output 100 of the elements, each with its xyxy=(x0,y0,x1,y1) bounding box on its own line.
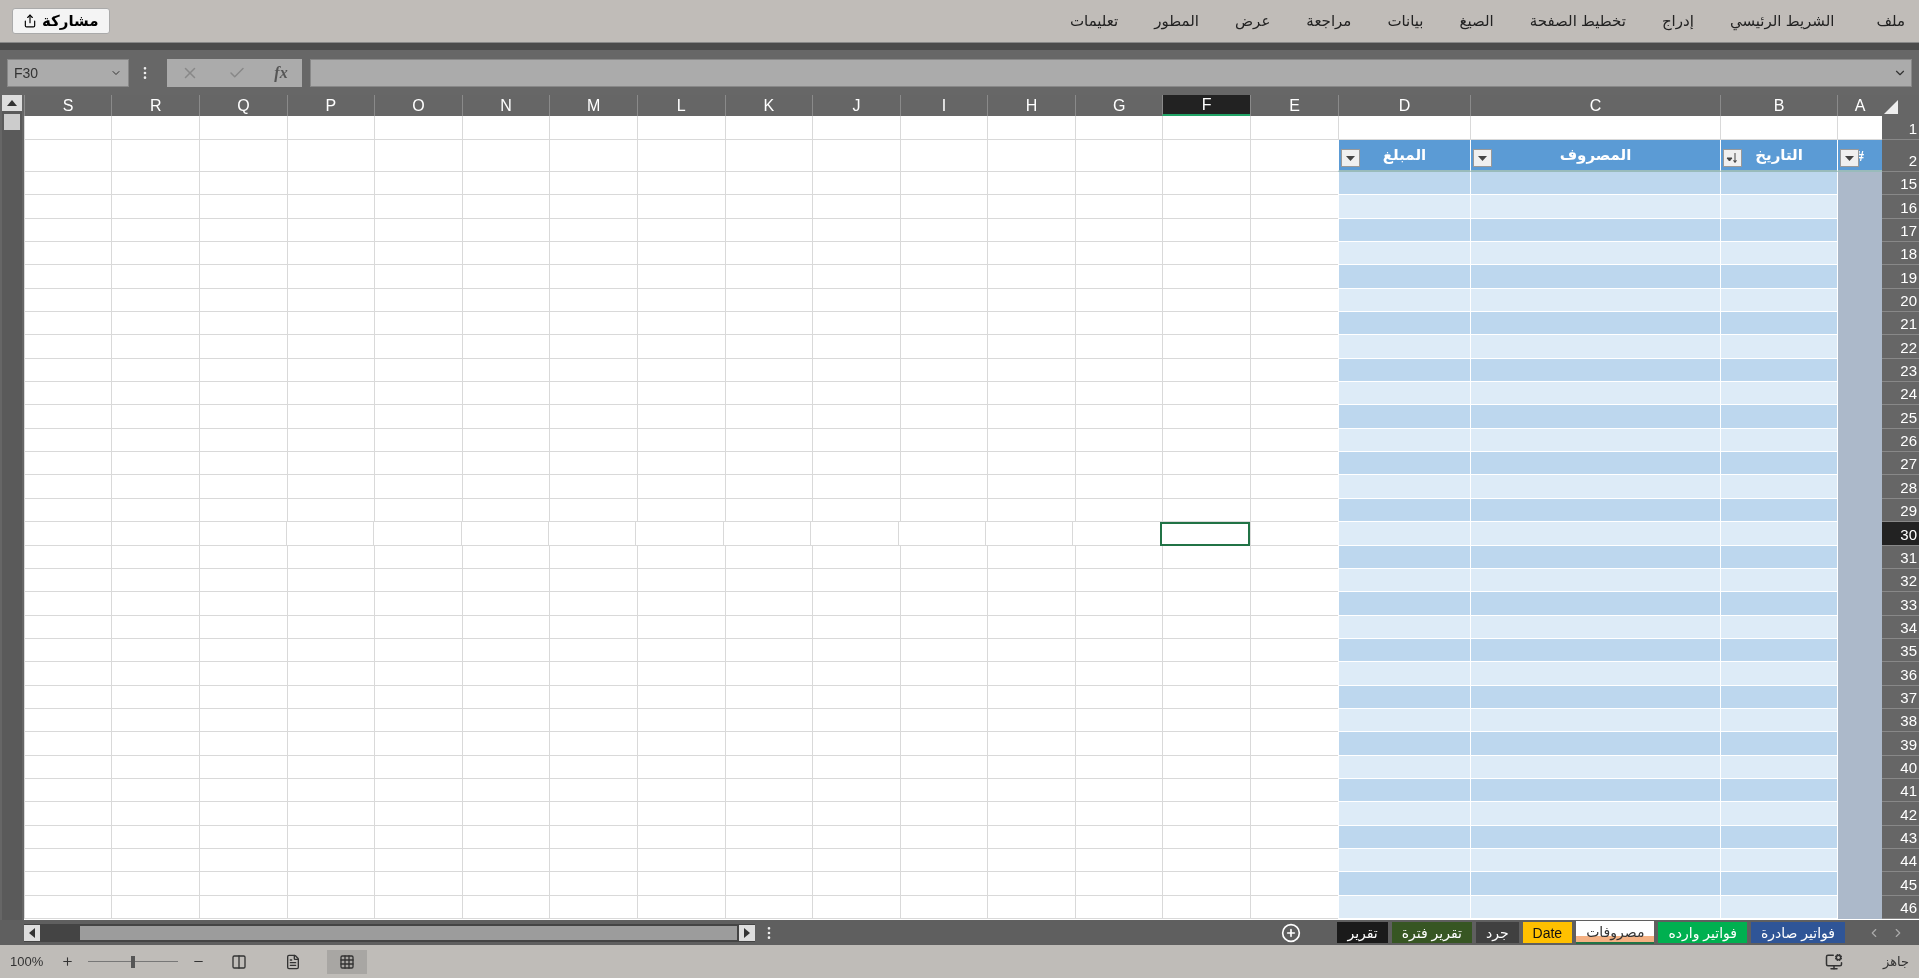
row-header[interactable]: 28 xyxy=(1882,475,1919,499)
selected-cell[interactable] xyxy=(1159,522,1250,546)
column-header[interactable]: G xyxy=(1074,95,1163,116)
ribbon-tab[interactable]: بيانات xyxy=(1373,12,1438,30)
row-header[interactable]: 41 xyxy=(1882,778,1919,803)
slider-thumb[interactable] xyxy=(131,955,136,968)
ribbon-tab[interactable]: تخطيط الصفحة xyxy=(1515,12,1640,30)
ribbon-tab[interactable]: المطور xyxy=(1140,12,1213,30)
row-header[interactable]: 16 xyxy=(1882,195,1919,219)
dropdown-icon xyxy=(1346,155,1355,161)
row-header[interactable]: 19 xyxy=(1882,265,1919,289)
vertical-scrollbar[interactable] xyxy=(2,95,22,920)
column-header[interactable]: R xyxy=(111,95,200,116)
column-header[interactable]: P xyxy=(286,95,375,116)
row-header[interactable]: 18 xyxy=(1882,242,1919,266)
scroll-thumb[interactable] xyxy=(4,114,20,130)
row-header[interactable]: 20 xyxy=(1882,288,1919,313)
row-header[interactable]: 46 xyxy=(1882,895,1919,919)
view-button[interactable] xyxy=(327,949,368,974)
column-header[interactable]: H xyxy=(987,95,1075,116)
zoom-level[interactable]: 100% xyxy=(10,954,44,969)
row-header[interactable]: 29 xyxy=(1882,498,1919,523)
row-header[interactable]: 24 xyxy=(1882,382,1919,406)
ribbon-tab[interactable]: إدراج xyxy=(1647,12,1708,30)
column-header[interactable]: K xyxy=(724,95,813,116)
column-header[interactable]: A xyxy=(1837,95,1882,116)
row-header[interactable]: 42 xyxy=(1882,802,1919,826)
row-header[interactable]: 17 xyxy=(1882,218,1919,243)
grid-icon xyxy=(339,953,356,970)
add-sheet-icon[interactable] xyxy=(1281,922,1302,943)
name-box[interactable]: F30 xyxy=(7,58,129,87)
sheet-tab[interactable]: فواتير صادرة xyxy=(1750,922,1845,943)
share-button[interactable]: مشاركة xyxy=(12,8,110,34)
header-label: التاريخ xyxy=(1755,146,1803,164)
insert-function-button[interactable]: fx xyxy=(274,63,288,82)
row-header[interactable]: 27 xyxy=(1882,452,1919,476)
row-header[interactable]: 38 xyxy=(1882,708,1919,733)
corner-triangle-icon xyxy=(1884,100,1898,114)
display-settings-icon[interactable] xyxy=(1824,952,1843,971)
column-header[interactable]: C xyxy=(1470,95,1720,116)
row-header[interactable]: 45 xyxy=(1882,872,1919,896)
column-header[interactable]: Q xyxy=(199,95,287,116)
column-header[interactable]: O xyxy=(374,95,462,116)
row-header[interactable]: 39 xyxy=(1882,732,1919,756)
column-header[interactable]: N xyxy=(461,95,550,116)
row-header[interactable]: 44 xyxy=(1882,848,1919,873)
column-header[interactable]: I xyxy=(899,95,988,116)
sheet-tab[interactable]: تقرير xyxy=(1337,922,1388,943)
column-header[interactable]: B xyxy=(1720,95,1837,116)
row-header[interactable]: 31 xyxy=(1882,545,1919,569)
scroll-thumb[interactable] xyxy=(80,925,737,940)
row-header[interactable]: 2 xyxy=(1882,140,1919,172)
ribbon-tab[interactable]: عرض xyxy=(1220,12,1285,30)
column-header[interactable]: M xyxy=(549,95,637,116)
ribbon-tab[interactable]: الصيغ xyxy=(1445,12,1508,30)
row-header[interactable]: 26 xyxy=(1882,428,1919,453)
horizontal-scrollbar[interactable] xyxy=(24,923,755,942)
filter-button[interactable] xyxy=(1723,149,1742,167)
column-header[interactable]: E xyxy=(1250,95,1338,116)
sort-filter-icon xyxy=(1726,152,1739,164)
row-header[interactable]: 35 xyxy=(1882,638,1919,663)
row-header[interactable]: 30 xyxy=(1882,522,1919,546)
sheet-tab[interactable]: جرد xyxy=(1475,922,1519,943)
row-header[interactable]: 1 xyxy=(1882,116,1919,140)
column-header[interactable]: F xyxy=(1162,95,1250,116)
row-header[interactable]: 34 xyxy=(1882,615,1919,639)
left-arrow-icon xyxy=(29,927,35,938)
row-header[interactable]: 33 xyxy=(1882,592,1919,616)
filter-button[interactable] xyxy=(1473,149,1492,167)
row-header[interactable]: 21 xyxy=(1882,312,1919,336)
column-header[interactable]: D xyxy=(1338,95,1470,116)
status-text: جاهز xyxy=(1882,954,1909,969)
dropdown-icon xyxy=(1478,155,1487,161)
ribbon-tab[interactable]: الشريط الرئيسي xyxy=(1715,12,1849,30)
row-marker-cell xyxy=(1837,172,1882,196)
filter-button[interactable] xyxy=(1840,149,1859,167)
row-header[interactable]: 43 xyxy=(1882,825,1919,849)
sheet-tab[interactable]: Date xyxy=(1522,922,1573,943)
row-header[interactable]: 37 xyxy=(1882,685,1919,709)
row-header[interactable]: 15 xyxy=(1882,172,1919,196)
formula-field[interactable] xyxy=(310,58,1912,87)
row-header[interactable]: 23 xyxy=(1882,358,1919,383)
zoom-in-icon[interactable] xyxy=(61,955,75,968)
header-label: المصروف xyxy=(1559,146,1632,164)
sheet-tab[interactable]: تقرير فترة xyxy=(1391,922,1472,943)
row-header[interactable]: 40 xyxy=(1882,755,1919,779)
sheet-tab[interactable]: مصروفات xyxy=(1576,921,1655,944)
row-header[interactable]: 32 xyxy=(1882,568,1919,593)
ribbon-tab[interactable]: تعليمات xyxy=(1055,12,1133,30)
filter-button[interactable] xyxy=(1341,149,1360,167)
ribbon-tab[interactable]: مراجعة xyxy=(1292,12,1366,30)
column-header[interactable]: L xyxy=(636,95,725,116)
ribbon-tab[interactable]: ملف xyxy=(1862,12,1919,30)
dropdown-icon xyxy=(1845,155,1854,161)
row-header[interactable]: 22 xyxy=(1882,335,1919,359)
row-header[interactable]: 36 xyxy=(1882,662,1919,686)
row-header[interactable]: 25 xyxy=(1882,405,1919,429)
column-header[interactable]: S xyxy=(24,95,112,116)
column-header[interactable]: J xyxy=(812,95,900,116)
right-arrow-icon xyxy=(744,927,750,938)
